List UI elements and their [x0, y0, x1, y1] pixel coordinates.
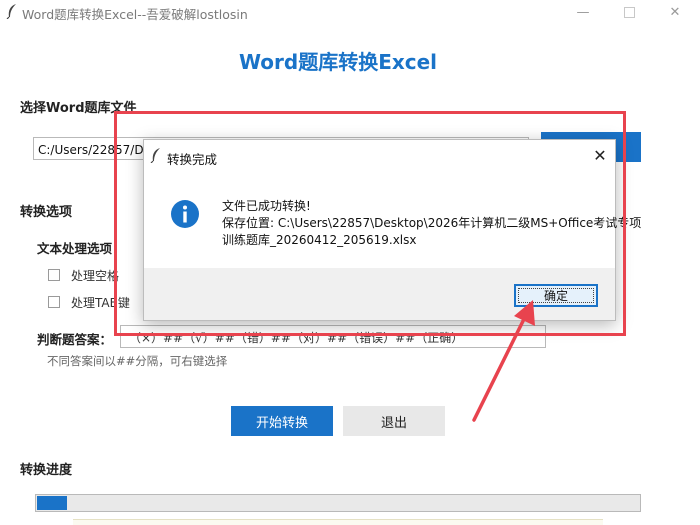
- annotation-arrow: [472, 300, 535, 422]
